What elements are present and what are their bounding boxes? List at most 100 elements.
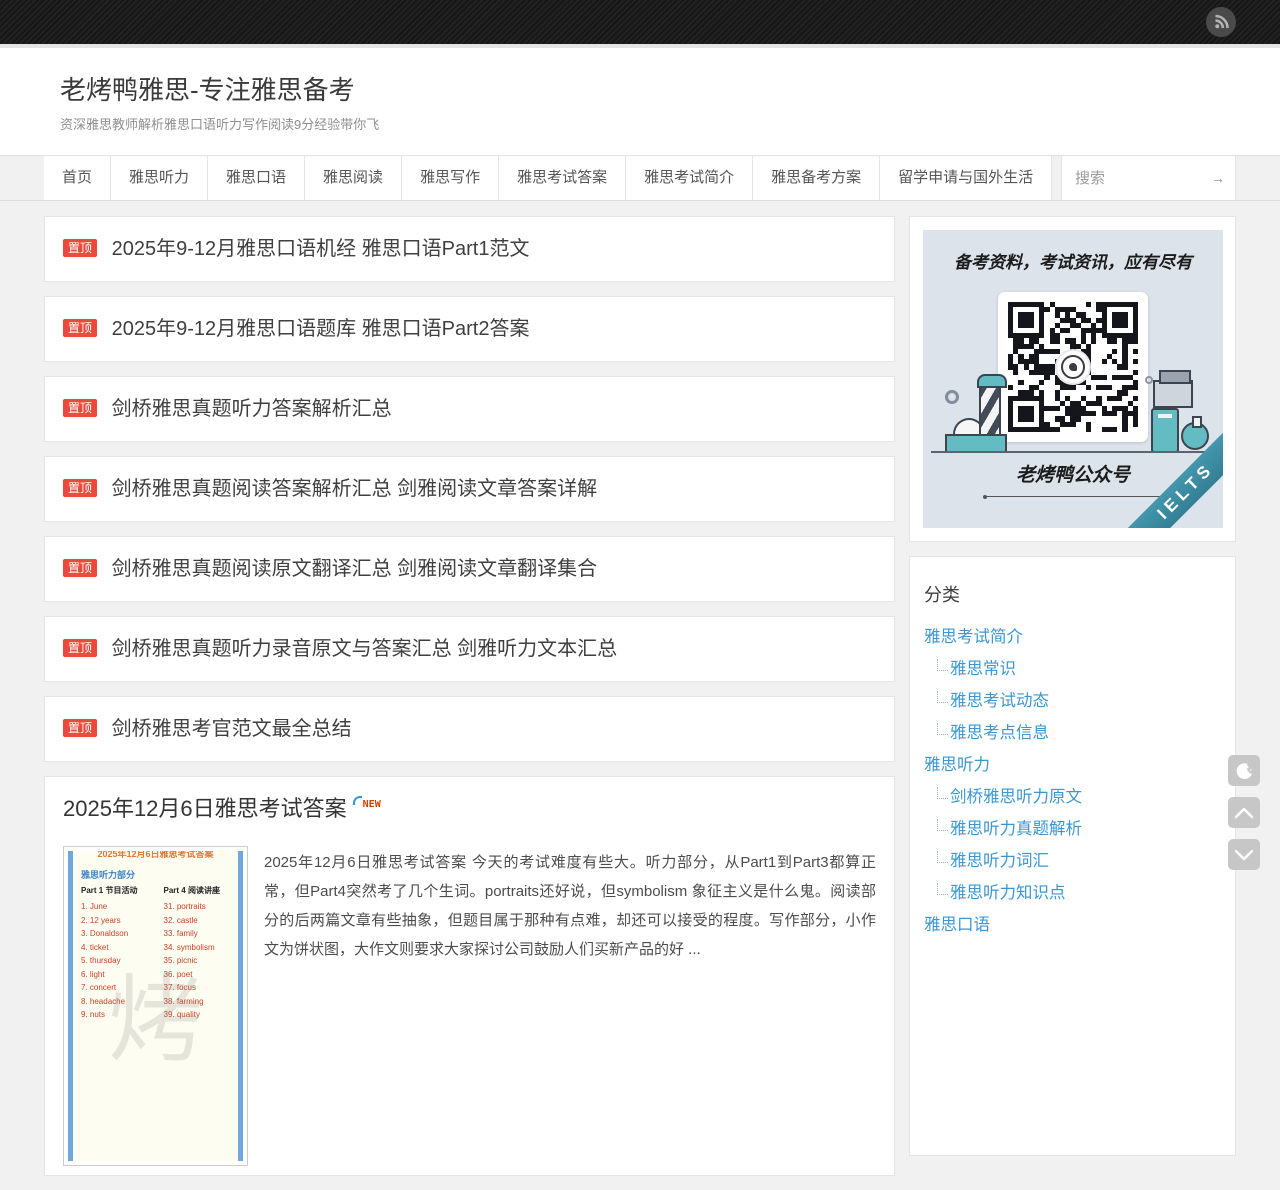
pinned-badge: 置顶	[63, 239, 97, 257]
qr-widget: 备考资料，考试资讯，应有尽有 老烤鸭公众号 IELTS	[909, 216, 1236, 542]
pinned-post-link[interactable]: 2025年9-12月雅思口语机经 雅思口语Part1范文	[112, 238, 530, 260]
nav-item[interactable]: 雅思口语	[208, 156, 305, 200]
wechat-qr-banner: 备考资料，考试资讯，应有尽有 老烤鸭公众号 IELTS	[923, 230, 1223, 528]
nav-menu: 首页雅思听力雅思口语雅思阅读雅思写作雅思考试答案雅思考试简介雅思备考方案留学申请…	[44, 156, 1052, 200]
answer-item: 35. picnic	[164, 954, 239, 968]
pinned-badge: 置顶	[63, 399, 97, 417]
pinned-badge: 置顶	[63, 559, 97, 577]
nav-item[interactable]: 雅思写作	[402, 156, 499, 200]
pinned-post-card: 置顶 剑桥雅思真题听力录音原文与答案汇总 剑雅听力文本汇总	[44, 616, 895, 682]
pinned-post-link[interactable]: 2025年9-12月雅思口语题库 雅思口语Part2答案	[112, 318, 530, 340]
pinned-post-link[interactable]: 剑桥雅思考官范文最全总结	[112, 718, 352, 740]
article-title: 2025年12月6日雅思考试答案 NEW	[63, 795, 876, 828]
scroll-top-button[interactable]	[1228, 797, 1260, 828]
search-input[interactable]	[1062, 170, 1192, 187]
answer-item: 1. June	[81, 900, 156, 914]
category-link[interactable]: 雅思考试动态	[950, 692, 1049, 710]
answer-item: 8. headache	[81, 995, 156, 1009]
qr-top-text: 备考资料，考试资讯，应有尽有	[923, 248, 1223, 273]
nav-item[interactable]: 留学申请与国外生活	[880, 156, 1052, 200]
ground-line	[931, 451, 1215, 453]
pinned-post-card: 置顶 剑桥雅思真题听力答案解析汇总	[44, 376, 895, 442]
duck-logo-icon	[1055, 349, 1091, 385]
category-item: 雅思考试简介	[924, 621, 1221, 653]
tank-icon	[1151, 408, 1179, 453]
category-link[interactable]: 雅思听力	[924, 756, 990, 774]
category-link[interactable]: 剑桥雅思听力原文	[950, 788, 1082, 806]
pinned-post-list: 置顶 2025年9-12月雅思口语机经 雅思口语Part1范文 置顶 2025年…	[44, 216, 895, 762]
tree-branch-icon	[937, 723, 948, 735]
pinned-post-link[interactable]: 剑桥雅思真题阅读答案解析汇总 剑雅阅读文章答案详解	[112, 478, 598, 500]
pinned-post-card: 置顶 2025年9-12月雅思口语机经 雅思口语Part1范文	[44, 216, 895, 282]
floating-toolbar	[1228, 755, 1260, 870]
thumb-col2-header: Part 4 阅读讲座	[164, 885, 239, 896]
chevron-down-icon	[1233, 846, 1255, 864]
tree-branch-icon	[937, 883, 948, 895]
pinned-post-link[interactable]: 剑桥雅思真题听力录音原文与答案汇总 剑雅听力文本汇总	[112, 638, 618, 660]
pinned-post-link[interactable]: 剑桥雅思真题阅读原文翻译汇总 剑雅阅读文章翻译集合	[112, 558, 598, 580]
category-item: 雅思听力词汇	[924, 845, 1221, 877]
tree-branch-icon	[937, 659, 948, 671]
scroll-bottom-button[interactable]	[1228, 839, 1260, 870]
category-link[interactable]: 雅思听力知识点	[950, 884, 1066, 902]
article-title-link[interactable]: 2025年12月6日雅思考试答案	[63, 796, 347, 821]
nav-item[interactable]: 雅思考试简介	[626, 156, 753, 200]
category-link[interactable]: 雅思听力词汇	[950, 852, 1049, 870]
nav-item[interactable]: 首页	[44, 156, 111, 200]
answer-item: 3. Donaldson	[81, 927, 156, 941]
tree-branch-icon	[937, 787, 948, 799]
new-icon: NEW	[353, 799, 381, 810]
pinned-post-card: 置顶 2025年9-12月雅思口语题库 雅思口语Part2答案	[44, 296, 895, 362]
article-thumbnail[interactable]: 2025年12月6日雅思考试答案 雅思听力部分 Part 1 节目活动 1. J…	[63, 846, 248, 1166]
sidebar: 备考资料，考试资讯，应有尽有 老烤鸭公众号 IELTS 分类	[909, 216, 1236, 1170]
answer-item: 39. quality	[164, 1008, 239, 1022]
nav-item[interactable]: 雅思听力	[111, 156, 208, 200]
pinned-post-link[interactable]: 剑桥雅思真题听力答案解析汇总	[112, 398, 392, 420]
flask-icon	[1181, 422, 1209, 450]
category-item: 雅思听力知识点	[924, 877, 1221, 909]
answer-item: 31. portraits	[164, 900, 239, 914]
answer-item: 38. farming	[164, 995, 239, 1009]
answer-item: 9. nuts	[81, 1008, 156, 1022]
dark-mode-button[interactable]	[1228, 755, 1260, 786]
article-card: 2025年12月6日雅思考试答案 NEW 2025年12月6日雅思考试答案 雅思听…	[44, 776, 895, 1176]
category-link[interactable]: 雅思口语	[924, 916, 990, 934]
nav-item[interactable]: 雅思考试答案	[499, 156, 626, 200]
listening-answers-image: 2025年12月6日雅思考试答案 雅思听力部分 Part 1 节目活动 1. J…	[68, 851, 243, 1161]
gear-icon	[1145, 376, 1153, 384]
pinned-post-card: 置顶 剑桥雅思真题阅读答案解析汇总 剑雅阅读文章答案详解	[44, 456, 895, 522]
rss-icon[interactable]	[1206, 7, 1236, 37]
nav-item[interactable]: 雅思备考方案	[753, 156, 880, 200]
answer-item: 37. focus	[164, 981, 239, 995]
thumb-col1-list: 1. June2. 12 years3. Donaldson4. ticket5…	[81, 900, 156, 1022]
tree-branch-icon	[937, 691, 948, 703]
site-title[interactable]: 老烤鸭雅思-专注雅思备考	[60, 74, 1236, 106]
category-link[interactable]: 雅思常识	[950, 660, 1016, 678]
pinned-badge: 置顶	[63, 479, 97, 497]
tree-branch-icon	[937, 819, 948, 831]
category-item: 雅思常识	[924, 653, 1221, 685]
search-submit-icon[interactable]: →	[1211, 170, 1235, 186]
category-link[interactable]: 雅思考试简介	[924, 628, 1023, 646]
category-item: 雅思听力真题解析	[924, 813, 1221, 845]
tree-branch-icon	[937, 851, 948, 863]
answer-item: 2. 12 years	[81, 914, 156, 928]
divider-line	[985, 496, 1169, 497]
category-link[interactable]: 雅思听力真题解析	[950, 820, 1082, 838]
category-link[interactable]: 雅思考点信息	[950, 724, 1049, 742]
site-tagline: 资深雅思教师解析雅思口语听力写作阅读9分经验带你飞	[60, 116, 1236, 134]
answer-item: 6. light	[81, 968, 156, 982]
nav-item[interactable]: 雅思阅读	[305, 156, 402, 200]
pinned-badge: 置顶	[63, 639, 97, 657]
category-item: 雅思考试动态	[924, 685, 1221, 717]
top-bar	[0, 0, 1280, 44]
pinned-post-card: 置顶 剑桥雅思真题阅读原文翻译汇总 剑雅阅读文章翻译集合	[44, 536, 895, 602]
moon-icon	[1234, 761, 1254, 781]
answer-item: 32. castle	[164, 914, 239, 928]
qr-code	[998, 292, 1148, 442]
answer-item: 7. concert	[81, 981, 156, 995]
category-item: 雅思考点信息	[924, 717, 1221, 749]
widget-title: 分类	[924, 581, 1221, 607]
category-item: 雅思听力	[924, 749, 1221, 781]
thumb-col1-header: Part 1 节目活动	[81, 885, 156, 896]
